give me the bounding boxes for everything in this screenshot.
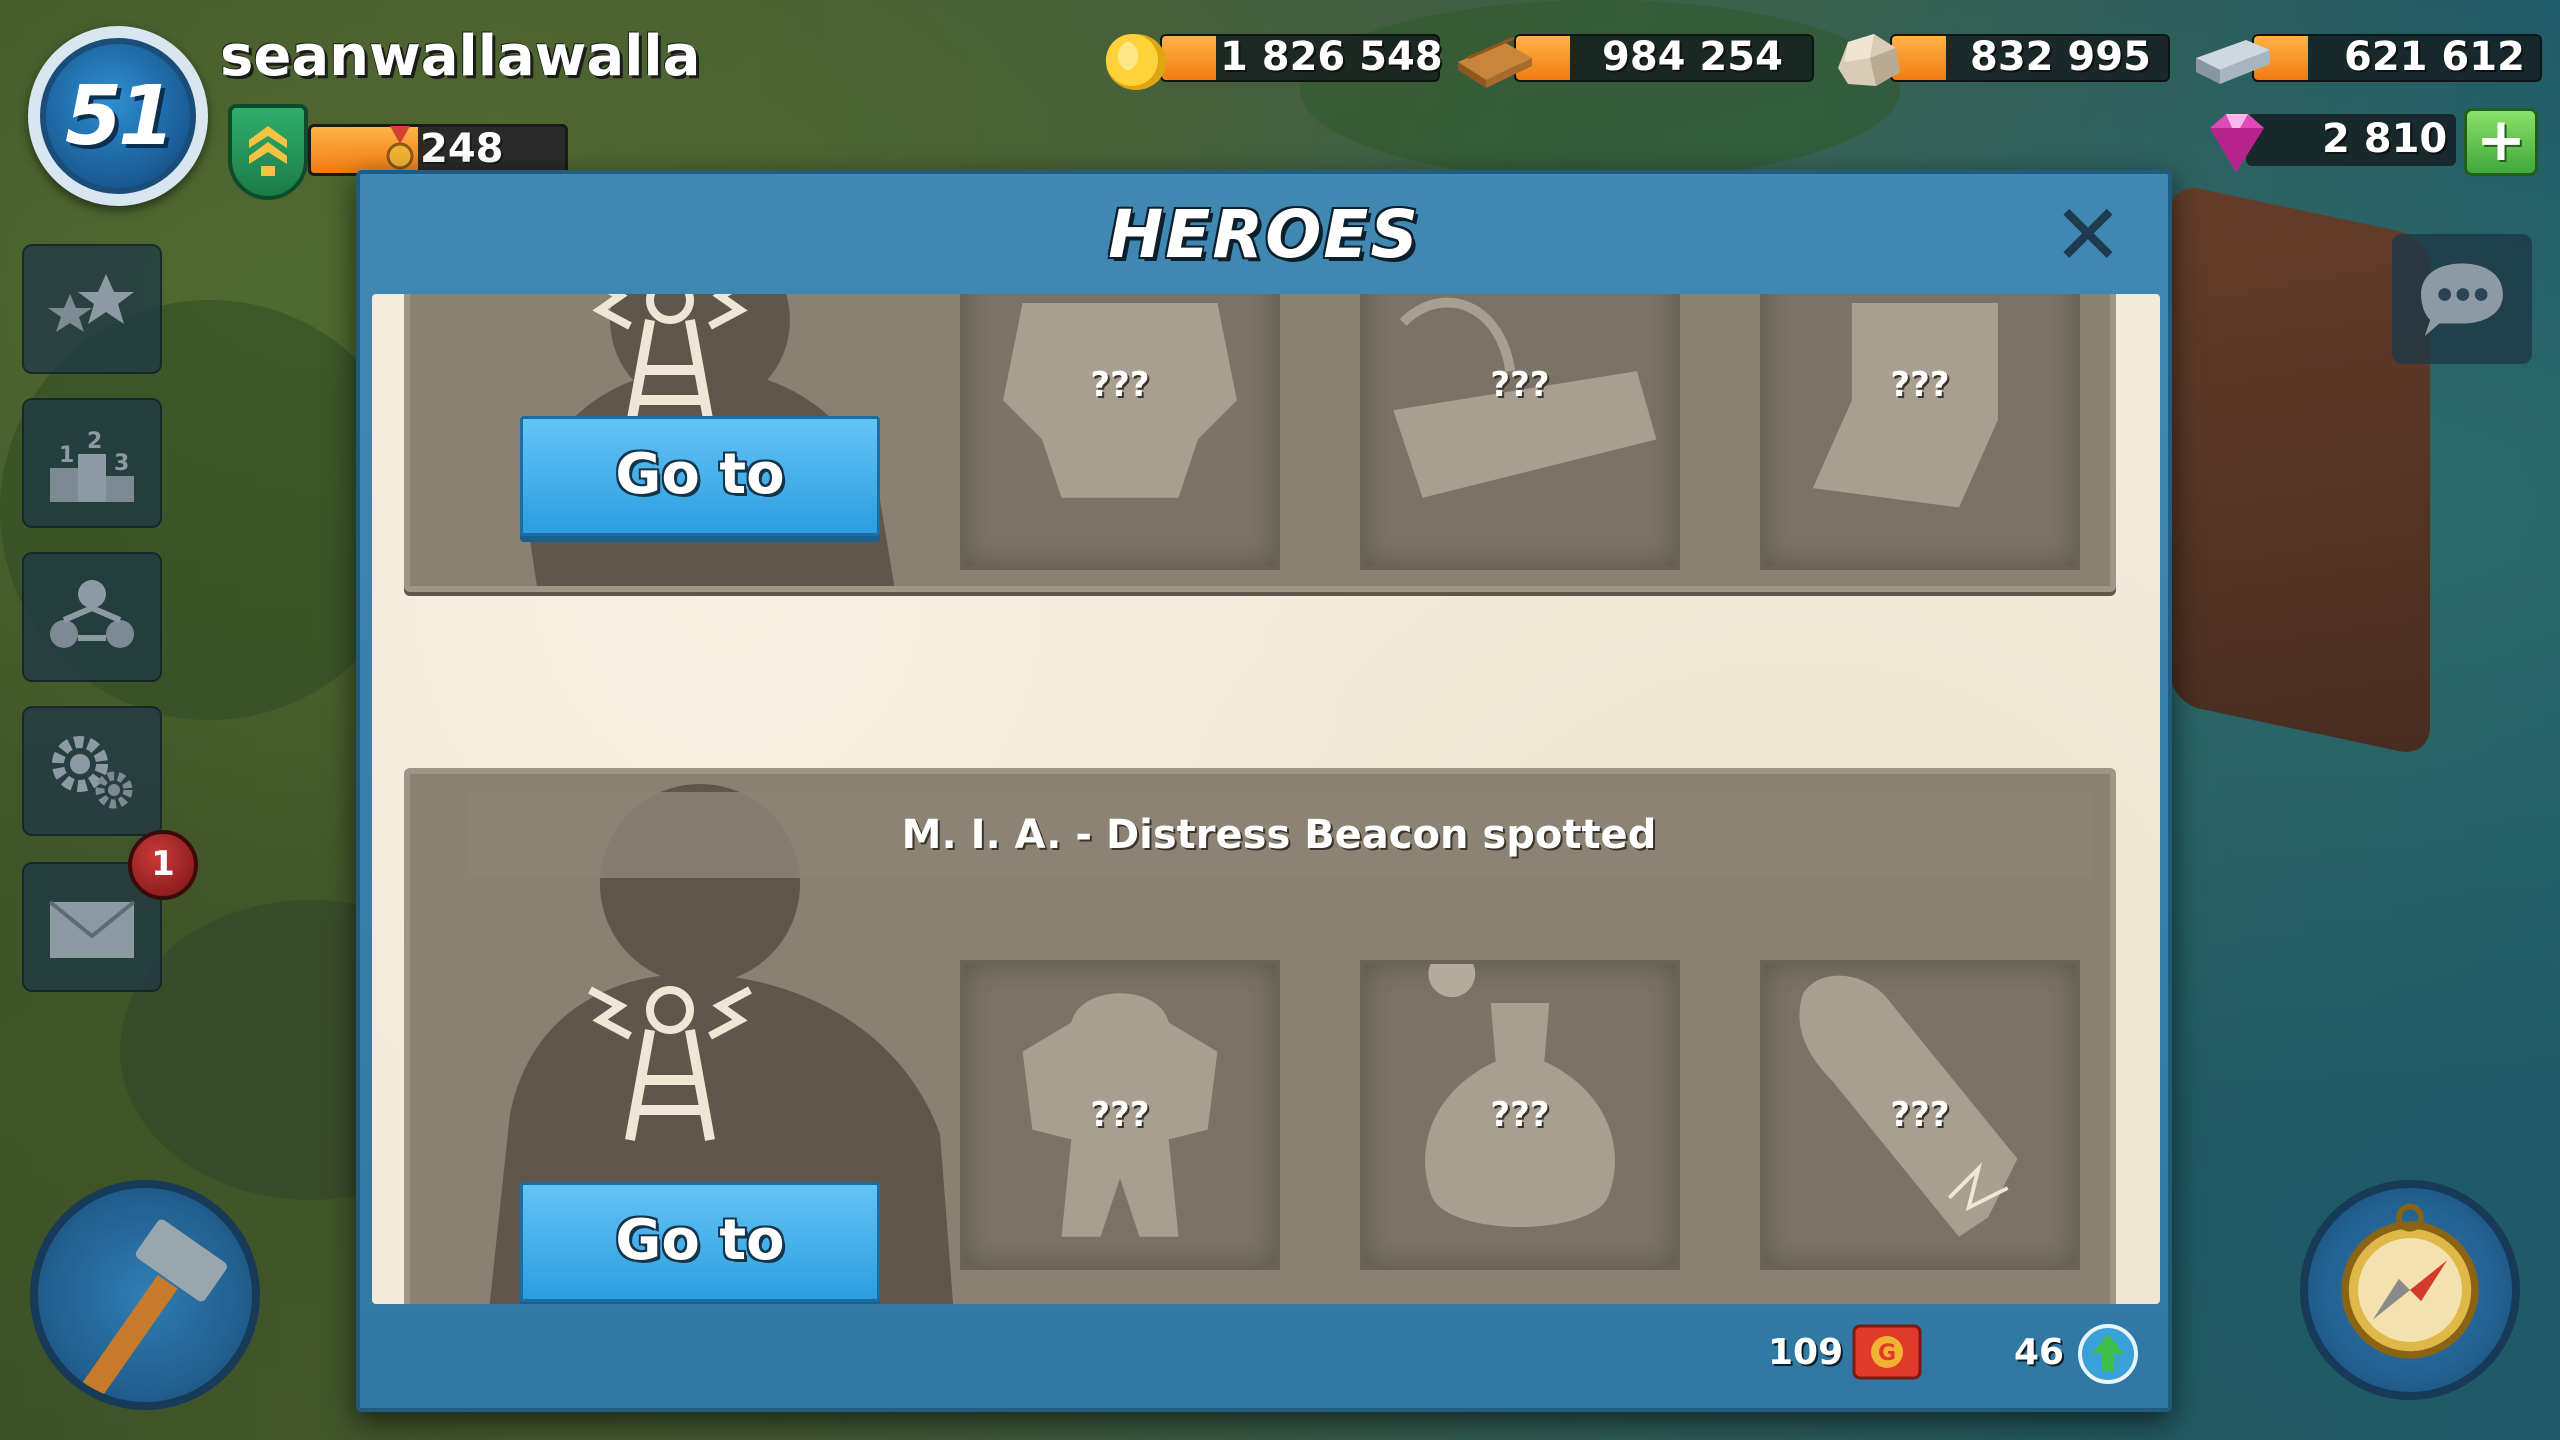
chat-button[interactable] xyxy=(2392,234,2532,364)
stone-resource[interactable]: 832 995 xyxy=(1830,28,2170,88)
stars-icon xyxy=(48,274,134,332)
reward-unknown-label: ??? xyxy=(1490,1095,1550,1135)
mail-icon xyxy=(48,900,136,958)
distress-beacon-icon xyxy=(588,986,752,1141)
go-to-button[interactable]: Go to xyxy=(520,416,880,536)
gold-amount: 1 826 548 xyxy=(1220,34,1443,80)
mail-notification-badge: 1 xyxy=(128,830,198,900)
hero-card: Go to ??? ??? ??? xyxy=(404,294,2116,592)
svg-text:G: G xyxy=(1878,1341,1896,1366)
go-to-button[interactable]: Go to xyxy=(520,1182,880,1302)
gem-icon xyxy=(2210,114,2264,172)
build-button[interactable] xyxy=(30,1180,260,1410)
iron-resource[interactable]: 621 612 xyxy=(2192,28,2542,88)
svg-text:2: 2 xyxy=(87,429,102,454)
wood-resource[interactable]: 984 254 xyxy=(1454,28,1814,88)
background-foliage xyxy=(1300,0,1900,180)
reward-slot: ??? xyxy=(960,294,1280,570)
svg-text:1: 1 xyxy=(59,443,74,468)
buy-diamonds-button[interactable]: + xyxy=(2464,108,2538,176)
dialog-title: HEROES xyxy=(1108,196,1420,273)
iron-bar-icon xyxy=(2196,40,2270,84)
heroes-list[interactable]: Go to ??? ??? ??? M. I. A. - Distress Be… xyxy=(372,294,2160,1304)
close-icon[interactable]: ✕ xyxy=(2048,193,2128,280)
background-cliff xyxy=(2170,182,2430,758)
iron-amount: 621 612 xyxy=(2344,34,2525,80)
leaderboard-button[interactable]: 1 2 3 xyxy=(22,398,162,528)
reward-slot: ??? xyxy=(1760,960,2080,1270)
svg-text:3: 3 xyxy=(114,451,129,476)
upgrade-count: 46 xyxy=(2014,1332,2065,1373)
reward-unknown-label: ??? xyxy=(1090,1095,1150,1135)
player-name: seanwallawalla xyxy=(220,24,701,89)
gold-resource[interactable]: 1 826 548 xyxy=(1100,28,1443,90)
hero-card-caption: M. I. A. - Distress Beacon spotted xyxy=(466,792,2092,878)
upgrade-arrow-icon xyxy=(2078,1324,2138,1384)
hero-token-icon: G xyxy=(1852,1324,1922,1380)
gold-coin-icon xyxy=(1106,34,1166,90)
reward-unknown-label: ??? xyxy=(1890,1095,1950,1135)
medal-icon xyxy=(386,126,414,170)
reward-slot: ??? xyxy=(1760,294,2080,570)
reward-unknown-label: ??? xyxy=(1890,364,1950,405)
heroes-dialog: HEROES ✕ Go to ??? ??? ??? M. I. A. - Di… xyxy=(356,170,2172,1412)
map-compass-button[interactable] xyxy=(2300,1180,2520,1400)
reward-slot: ??? xyxy=(1360,294,1680,570)
reward-unknown-label: ??? xyxy=(1090,364,1150,405)
player-level-badge[interactable]: 51 xyxy=(28,26,208,206)
ranking-button[interactable] xyxy=(22,244,162,374)
settings-button[interactable] xyxy=(22,706,162,836)
reward-slot: ??? xyxy=(1360,960,1680,1270)
gear-icon xyxy=(52,736,133,809)
task-force-button[interactable] xyxy=(22,552,162,682)
team-icon xyxy=(50,580,134,648)
stone-amount: 832 995 xyxy=(1970,34,2151,80)
podium-icon: 1 2 3 xyxy=(50,429,134,502)
hero-tokens-count: 109 xyxy=(1768,1332,1844,1373)
hero-card: M. I. A. - Distress Beacon spotted Go to… xyxy=(404,768,2116,1304)
player-level: 51 xyxy=(64,68,175,164)
hammer-icon xyxy=(77,1219,227,1402)
wood-planks-icon xyxy=(1458,36,1532,88)
compass-icon xyxy=(2341,1203,2479,1359)
victory-points-value: 248 xyxy=(420,126,504,172)
reward-unknown-label: ??? xyxy=(1490,364,1550,405)
wood-amount: 984 254 xyxy=(1602,34,1783,80)
stone-icon xyxy=(1838,34,1900,86)
diamonds-resource: 2 810 + xyxy=(2196,108,2538,176)
reward-slot: ??? xyxy=(960,960,1280,1270)
diamonds-amount: 2 810 xyxy=(2322,116,2448,162)
chat-bubble-icon xyxy=(2421,263,2503,337)
rank-shield-icon[interactable] xyxy=(228,104,308,200)
